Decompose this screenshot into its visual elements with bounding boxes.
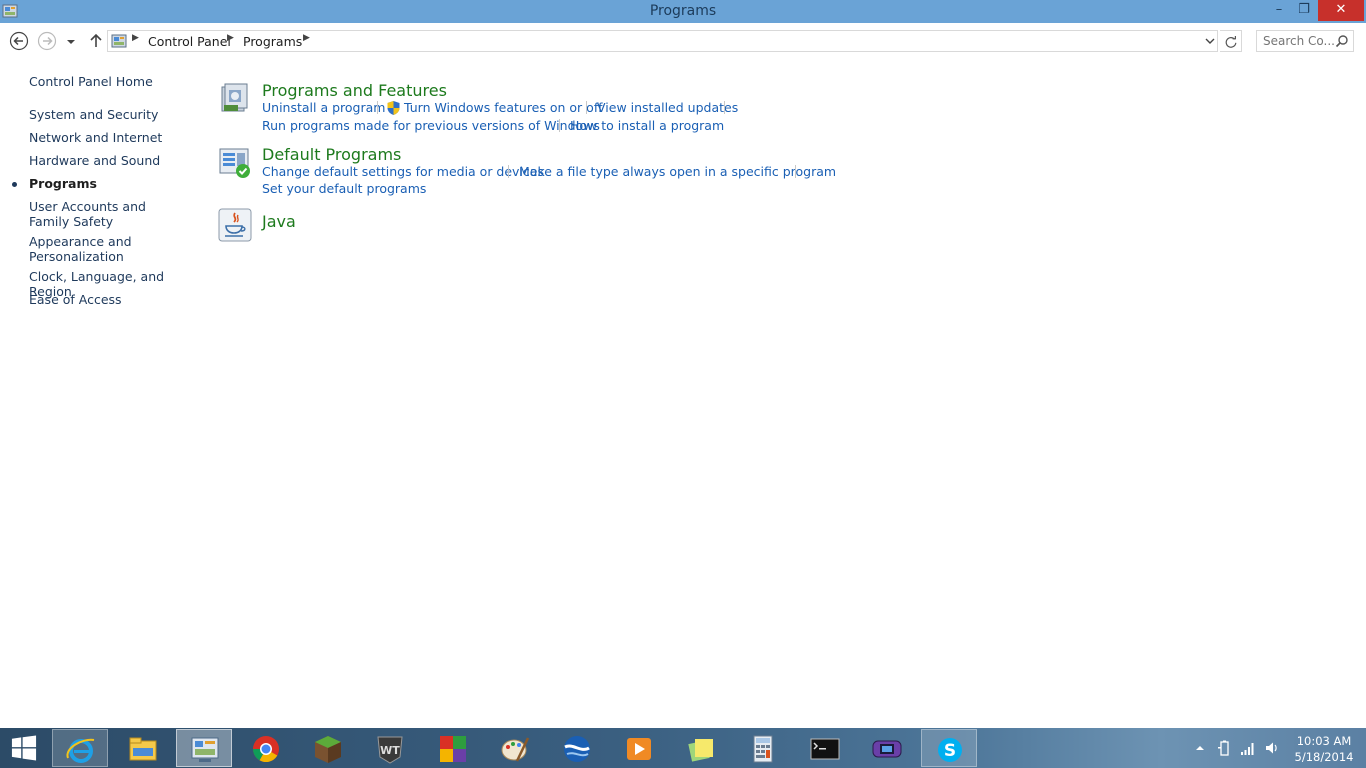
network-signal-icon[interactable] [1240, 740, 1256, 756]
command-prompt-icon [810, 738, 840, 760]
link-separator [508, 165, 509, 178]
minecraft-icon [315, 736, 341, 763]
taskbar-internet-explorer[interactable] [52, 729, 108, 767]
up-arrow-icon[interactable] [86, 31, 106, 51]
taskbar-google-earth[interactable] [549, 729, 605, 767]
link-separator [795, 165, 796, 178]
google-earth-icon [564, 736, 590, 762]
start-button[interactable] [0, 728, 50, 768]
internet-explorer-icon [66, 738, 95, 763]
volume-icon[interactable] [1264, 740, 1280, 756]
maximize-button[interactable]: ❐ [1290, 0, 1318, 21]
sidebar-item-network-and-internet[interactable]: Network and Internet [29, 130, 199, 145]
title-bar: Programs – ❐ ✕ [0, 0, 1366, 23]
default-programs-icon[interactable] [218, 145, 252, 179]
link-separator [377, 101, 378, 114]
search-input[interactable] [1263, 32, 1339, 50]
refresh-icon [1225, 36, 1237, 48]
taskbar-clock[interactable]: 10:03 AM 5/18/2014 [1286, 733, 1362, 765]
link-separator [724, 101, 725, 114]
chrome-icon [252, 736, 279, 763]
battery-icon[interactable] [1216, 740, 1232, 756]
clock-time: 10:03 AM [1296, 734, 1352, 748]
control-panel-icon [191, 737, 219, 762]
active-item-bullet-icon [12, 182, 17, 187]
link-separator [586, 101, 587, 114]
skype-icon: S [938, 738, 962, 762]
address-dropdown-chevron-icon[interactable] [1203, 34, 1217, 48]
java-icon[interactable] [218, 208, 252, 242]
clock-date: 5/18/2014 [1294, 750, 1354, 764]
show-hidden-icons-chevron-icon[interactable] [1192, 740, 1208, 756]
minimize-button[interactable]: – [1265, 0, 1293, 21]
sidebar-item-user-accounts[interactable]: User Accounts and Family Safety [29, 199, 179, 229]
gamepad-icon [872, 740, 902, 758]
file-explorer-icon [129, 737, 157, 761]
close-button[interactable]: ✕ [1318, 0, 1364, 21]
set-default-programs-link[interactable]: Set your default programs [262, 181, 426, 196]
forward-button[interactable] [37, 31, 57, 51]
view-installed-updates-link[interactable]: View installed updates [597, 100, 738, 115]
taskbar-minecraft[interactable] [300, 729, 356, 767]
calculator-icon [753, 735, 773, 763]
recent-locations-chevron-icon[interactable] [64, 35, 78, 49]
breadcrumb-separator-icon[interactable]: ▶ [303, 33, 310, 43]
link-separator [559, 119, 560, 132]
breadcrumb-separator-icon[interactable]: ▶ [132, 33, 139, 43]
file-type-association-link[interactable]: Make a file type always open in a specif… [519, 164, 836, 179]
taskbar-gamepad[interactable] [859, 729, 915, 767]
sidebar-item-system-and-security[interactable]: System and Security [29, 107, 199, 122]
breadcrumb-control-panel[interactable]: Control Panel [148, 34, 231, 49]
sidebar-item-hardware-and-sound[interactable]: Hardware and Sound [29, 153, 199, 168]
java-heading[interactable]: Java [262, 212, 296, 231]
taskbar-calculator[interactable] [735, 729, 791, 767]
taskbar-color-squares[interactable] [425, 729, 481, 767]
sticky-notes-icon [688, 739, 713, 762]
svg-text:S: S [944, 741, 956, 761]
media-player-icon [627, 738, 651, 760]
programs-and-features-heading[interactable]: Programs and Features [262, 81, 447, 100]
taskbar: WT S 10:03 AM 5/18/2014 [0, 728, 1366, 768]
taskbar-world-of-tanks[interactable]: WT [362, 729, 418, 767]
taskbar-control-panel[interactable] [176, 729, 232, 767]
taskbar-chrome[interactable] [238, 729, 294, 767]
world-of-tanks-icon: WT [377, 736, 403, 764]
sidebar-item-ease-of-access[interactable]: Ease of Access [29, 292, 199, 307]
taskbar-command-prompt[interactable] [797, 729, 853, 767]
turn-windows-features-link[interactable]: Turn Windows features on or off [404, 100, 602, 115]
sidebar-item-control-panel-home[interactable]: Control Panel Home [29, 74, 199, 89]
svg-text:WT: WT [380, 744, 400, 757]
search-box[interactable] [1256, 30, 1354, 52]
default-programs-heading[interactable]: Default Programs [262, 145, 401, 164]
taskbar-paint[interactable] [487, 729, 543, 767]
navigation-bar: ▶ Control Panel ▶ Programs ▶ [0, 23, 1366, 59]
search-icon[interactable] [1335, 34, 1349, 48]
windows-logo-icon [11, 735, 37, 761]
refresh-button[interactable] [1220, 30, 1242, 52]
taskbar-sticky-notes[interactable] [673, 729, 729, 767]
control-panel-breadcrumb-icon [111, 34, 127, 48]
sidebar-item-appearance[interactable]: Appearance and Personalization [29, 234, 149, 264]
address-bar[interactable]: ▶ Control Panel ▶ Programs ▶ [107, 30, 1218, 52]
programs-features-icon[interactable] [218, 81, 252, 115]
breadcrumb-separator-icon[interactable]: ▶ [227, 33, 234, 43]
back-button[interactable] [9, 31, 29, 51]
uninstall-program-link[interactable]: Uninstall a program [262, 100, 385, 115]
taskbar-file-explorer[interactable] [115, 729, 171, 767]
paint-icon [501, 737, 530, 762]
run-previous-versions-link[interactable]: Run programs made for previous versions … [262, 118, 600, 133]
breadcrumb-programs[interactable]: Programs [243, 34, 302, 49]
how-to-install-link[interactable]: How to install a program [570, 118, 724, 133]
change-default-settings-link[interactable]: Change default settings for media or dev… [262, 164, 544, 179]
sidebar-item-programs[interactable]: Programs [29, 176, 199, 191]
taskbar-media-player[interactable] [611, 729, 667, 767]
shield-icon [387, 101, 400, 115]
taskbar-skype[interactable]: S [921, 729, 977, 767]
window-title: Programs [649, 3, 717, 19]
color-squares-icon [440, 736, 466, 762]
